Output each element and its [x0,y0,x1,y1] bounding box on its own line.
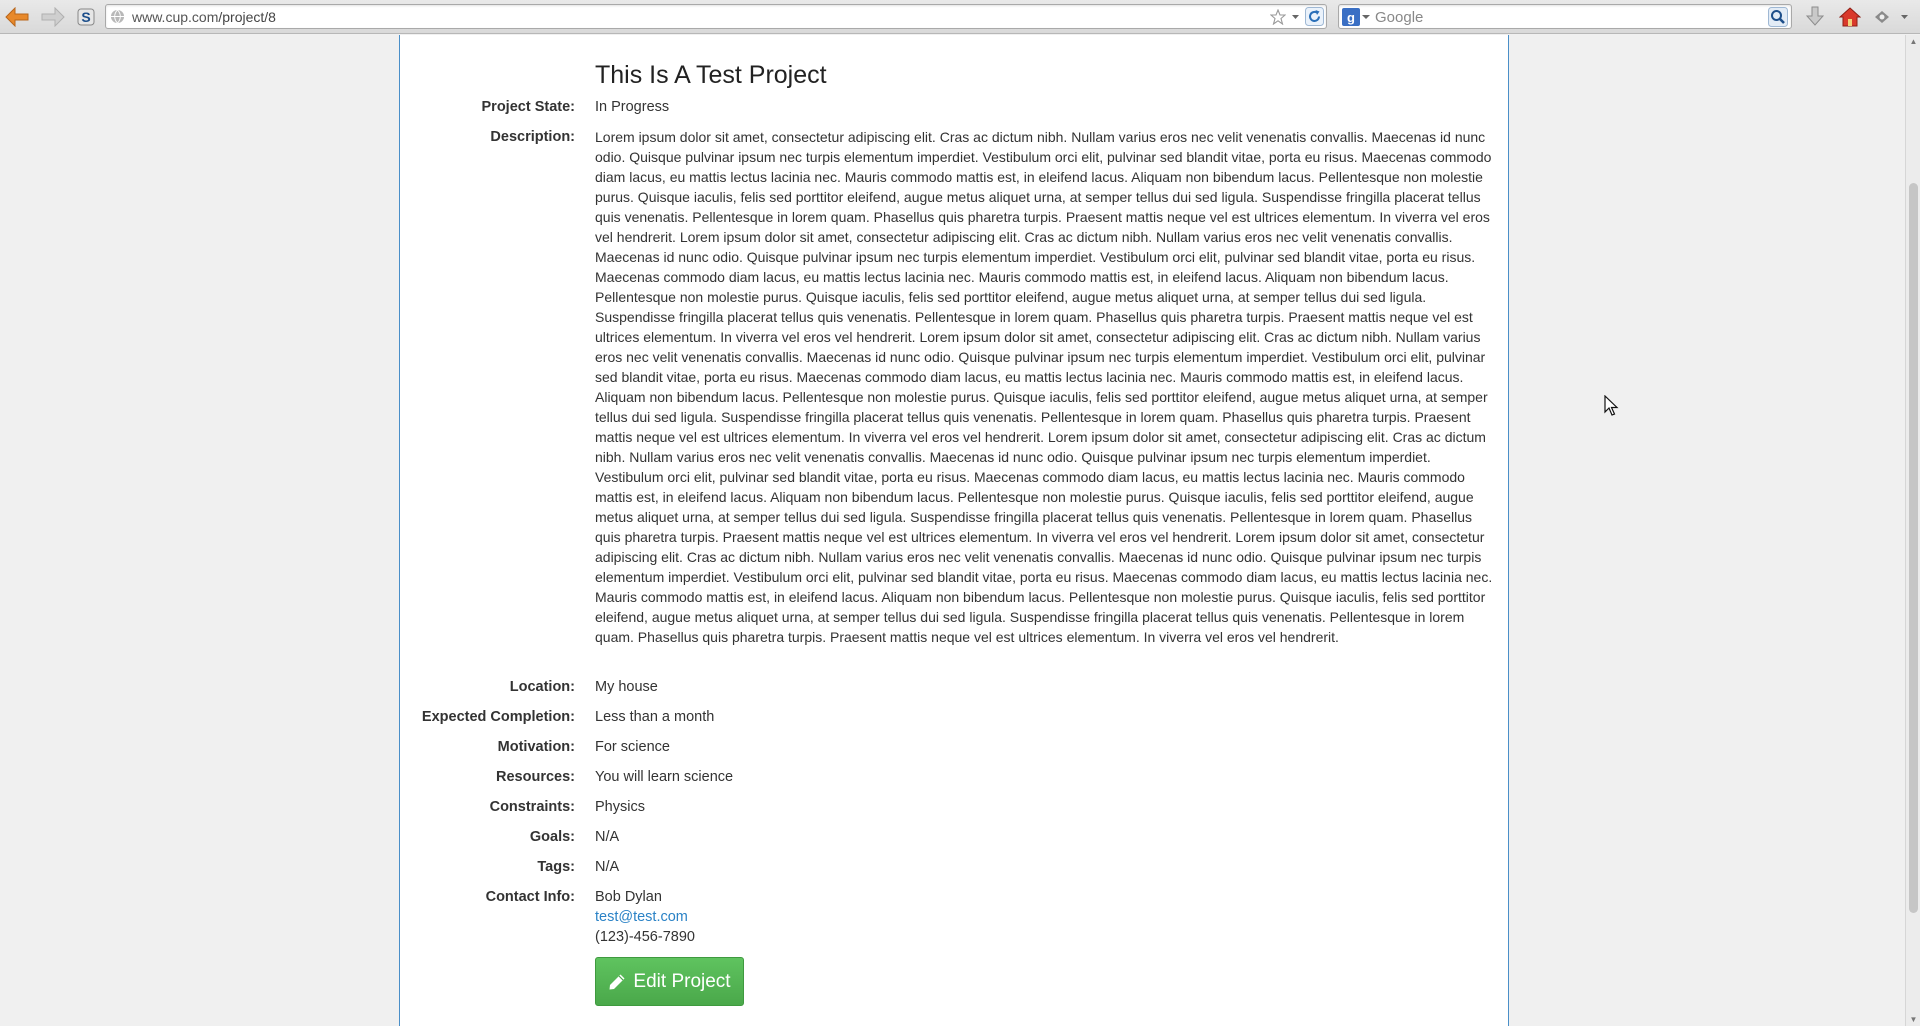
constraints-value: Physics [595,799,645,815]
google-icon: g [1342,8,1360,26]
goals-value: N/A [595,829,620,845]
contact-name: Bob Dylan [595,889,662,905]
location-value: My house [595,679,658,695]
magnifier-icon[interactable] [1768,7,1788,27]
url-host: www.cup.com [132,9,219,25]
scroll-down-arrow[interactable]: ▼ [1909,1015,1918,1024]
pencil-icon [609,974,625,989]
svg-text:g: g [1347,10,1355,25]
url-path: /project/8 [218,9,276,25]
project-state-value: In Progress [595,99,670,115]
motivation-value: For science [595,739,670,755]
contact-info-label: Contact Info: [485,889,575,905]
project-card: This Is A Test Project Project State: In… [399,35,1509,1026]
expected-completion-value: Less than a month [595,709,715,725]
browser-toolbar: S www.cup.com/project/8 g [0,0,1920,34]
url-bar[interactable]: www.cup.com/project/8 [105,4,1327,29]
location-label: Location: [509,679,575,695]
description-value: Lorem ipsum dolor sit amet, consectetur … [595,129,1493,645]
expected-completion-label: Expected Completion: [421,709,575,725]
menu-button[interactable] [1892,3,1916,31]
svg-text:S: S [81,9,90,25]
back-button[interactable] [3,3,31,31]
search-engine-selector[interactable]: g [1342,8,1372,26]
star-icon[interactable] [1270,8,1286,25]
stylish-icon: S [77,8,95,26]
resources-label: Resources: [496,769,575,785]
tags-value: N/A [595,859,620,875]
edit-project-label: Edit Project [633,970,731,992]
motivation-label: Motivation: [497,739,575,755]
constraints-label: Constraints: [489,799,575,815]
page-viewport: This Is A Test Project Project State: In… [0,35,1905,1026]
search-input[interactable] [1373,7,1753,27]
resources-value: You will learn science [595,769,734,785]
scroll-thumb[interactable] [1909,183,1918,913]
goals-label: Goals: [529,829,575,845]
contact-phone: (123)-456-7890 [595,929,695,945]
url-text: www.cup.com/project/8 [132,9,276,25]
engine-dropdown-icon [1362,15,1370,19]
contact-info-value: Bob Dylan test@test.com (123)-456-7890 [595,887,1495,947]
search-bar: g [1338,4,1792,29]
scroll-up-arrow[interactable]: ▲ [1909,37,1918,46]
contact-email-link[interactable]: test@test.com [595,909,688,925]
description-label: Description: [490,129,575,145]
menu-arrow-icon [1900,15,1908,19]
tags-label: Tags: [537,859,575,875]
back-arrow-icon [5,7,29,27]
project-title: This Is A Test Project [595,61,827,89]
home-button[interactable] [1836,3,1864,31]
addon-icon [1875,11,1889,23]
downloads-button[interactable] [1801,3,1829,31]
edit-project-button[interactable]: Edit Project [595,957,744,1006]
forward-button[interactable] [39,3,67,31]
mouse-cursor-icon [1604,395,1619,416]
reload-icon[interactable] [1305,7,1324,26]
forward-arrow-icon [41,7,65,27]
stylish-button[interactable]: S [72,3,100,31]
home-icon [1839,7,1861,27]
project-state-label: Project State: [481,99,575,115]
globe-icon [110,9,125,24]
download-icon [1805,6,1825,26]
page-scrollbar[interactable]: ▲ ▼ [1905,35,1920,1026]
dropdown-arrow-icon[interactable] [1291,13,1300,21]
